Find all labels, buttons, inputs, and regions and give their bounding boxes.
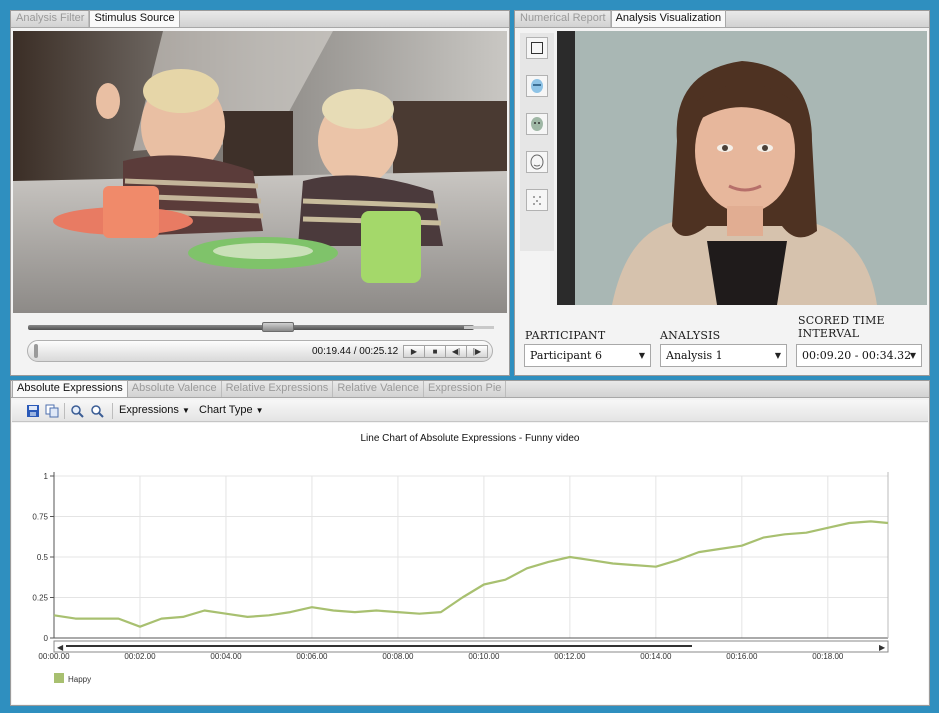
stimulus-panel: Analysis Filter Stimulus Source 00:19.44… — [10, 10, 510, 376]
toolbar-separator — [64, 403, 65, 419]
chart-panel: Absolute Expressions Absolute Valence Re… — [10, 380, 930, 706]
x-tick-label: 00:06.00 — [296, 652, 328, 661]
x-tick-label: 00:08.00 — [382, 652, 414, 661]
analysis-select[interactable]: Analysis 1 ▼ — [660, 344, 787, 367]
chart-title: Line Chart of Absolute Expressions - Fun… — [360, 433, 579, 444]
legend-swatch-happy — [54, 673, 64, 683]
participant-select-value: Participant 6 — [530, 349, 602, 362]
legend-label-happy: Happy — [68, 675, 91, 684]
tab-absolute-valence[interactable]: Absolute Valence — [128, 381, 222, 397]
participant-video-frame[interactable] — [557, 31, 927, 305]
y-tick-label: 0.5 — [37, 553, 49, 562]
stop-icon: ■ — [432, 347, 438, 356]
expressions-menu[interactable]: Expressions ▼ — [119, 404, 190, 416]
face-mask-button[interactable] — [526, 75, 548, 97]
step-forward-icon: |▶ — [472, 347, 482, 356]
interval-label: SCORED TIME INTERVAL — [798, 314, 885, 340]
x-tick-label: 00:18.00 — [812, 652, 844, 661]
stimulus-tabs: Analysis Filter Stimulus Source — [11, 10, 509, 28]
save-icon[interactable] — [26, 404, 40, 418]
seek-thumb[interactable] — [262, 322, 294, 332]
frame-box-button[interactable] — [526, 37, 548, 59]
face-outline-button[interactable] — [526, 151, 548, 173]
x-tick-label: 00:12.00 — [554, 652, 586, 661]
x-tick-label: 00:10.00 — [468, 652, 500, 661]
chevron-down-icon: ▼ — [774, 351, 781, 360]
tab-absolute-expressions[interactable]: Absolute Expressions — [12, 380, 128, 397]
x-tick-label: 00:02.00 — [124, 652, 156, 661]
face-points-button[interactable] — [526, 189, 548, 211]
participant-select[interactable]: Participant 6 ▼ — [524, 344, 651, 367]
tab-relative-valence[interactable]: Relative Valence — [333, 381, 425, 397]
tab-analysis-filter[interactable]: Analysis Filter — [12, 11, 90, 27]
x-tick-label: 00:04.00 — [210, 652, 242, 661]
zoom-in-icon[interactable] — [70, 404, 84, 418]
toolbar-separator — [112, 403, 113, 419]
y-tick-label: 0.25 — [32, 594, 48, 603]
copy-icon[interactable] — [45, 404, 59, 418]
tab-stimulus-source[interactable]: Stimulus Source — [89, 10, 180, 27]
face-model-button[interactable] — [526, 113, 548, 135]
series-line-happy — [53, 520, 889, 628]
expressions-menu-label: Expressions — [119, 404, 179, 416]
seek-track-rest — [464, 326, 494, 329]
x-tick-label: 00:14.00 — [640, 652, 672, 661]
scroll-left-icon: ◀ — [57, 643, 64, 652]
chevron-down-icon: ▼ — [181, 406, 190, 415]
tab-expression-pie[interactable]: Expression Pie — [424, 381, 507, 397]
y-tick-label: 0 — [44, 634, 49, 643]
face-model-icon — [531, 117, 543, 131]
stimulus-video-image — [13, 31, 507, 313]
zoom-out-icon[interactable] — [90, 404, 104, 418]
chart-type-menu[interactable]: Chart Type ▼ — [199, 404, 264, 416]
interval-select-value: 00:09.20 - 00:34.32 — [802, 349, 912, 362]
x-tick-label: 00:16.00 — [726, 652, 758, 661]
visualization-toolbar — [520, 33, 554, 251]
tab-numerical-report[interactable]: Numerical Report — [516, 11, 611, 27]
chart-toolbar: Expressions ▼ Chart Type ▼ — [12, 400, 928, 422]
interval-select[interactable]: 00:09.20 - 00:34.32 ▼ — [796, 344, 922, 367]
scroll-right-icon: ▶ — [879, 643, 886, 652]
face-points-icon — [533, 196, 541, 205]
chart-type-menu-label: Chart Type — [199, 404, 253, 416]
chevron-down-icon: ▼ — [255, 406, 264, 415]
face-mask-icon — [531, 79, 543, 93]
x-tick-label: 00:00.00 — [38, 652, 70, 661]
chevron-down-icon: ▼ — [638, 351, 645, 360]
tab-analysis-visualization[interactable]: Analysis Visualization — [610, 10, 727, 27]
line-chart: Line Chart of Absolute Expressions - Fun… — [32, 433, 889, 684]
chart-area: Line Chart of Absolute Expressions - Fun… — [12, 423, 928, 704]
y-tick-label: 0.75 — [32, 513, 48, 522]
step-forward-button[interactable]: |▶ — [466, 345, 488, 358]
y-tick-label: 1 — [44, 472, 49, 481]
visualization-panel: Numerical Report Analysis Visualization — [514, 10, 930, 376]
step-back-icon: ◀| — [451, 347, 461, 356]
frame-box-icon — [531, 42, 543, 54]
face-outline-icon — [530, 154, 544, 170]
play-button[interactable]: ▶ — [403, 345, 425, 358]
step-back-button[interactable]: ◀| — [445, 345, 467, 358]
tab-relative-expressions[interactable]: Relative Expressions — [222, 381, 334, 397]
participant-label: PARTICIPANT — [525, 329, 606, 342]
stop-button[interactable]: ■ — [424, 345, 446, 358]
playback-time: 00:19.44 / 00:25.12 — [312, 346, 399, 357]
stimulus-video-frame[interactable] — [13, 31, 507, 313]
analysis-label: ANALYSIS — [660, 329, 721, 342]
playback-controls: 00:19.44 / 00:25.12 ▶ ■ ◀| |▶ — [27, 340, 493, 362]
chart-tabs: Absolute Expressions Absolute Valence Re… — [11, 380, 929, 398]
progress-start-cap — [34, 344, 38, 358]
analysis-select-value: Analysis 1 — [666, 349, 723, 362]
play-icon: ▶ — [410, 347, 418, 356]
visualization-tabs: Numerical Report Analysis Visualization — [515, 10, 929, 28]
participant-video-image — [557, 31, 927, 305]
seek-track[interactable] — [28, 325, 474, 330]
chevron-down-icon: ▼ — [909, 351, 916, 360]
